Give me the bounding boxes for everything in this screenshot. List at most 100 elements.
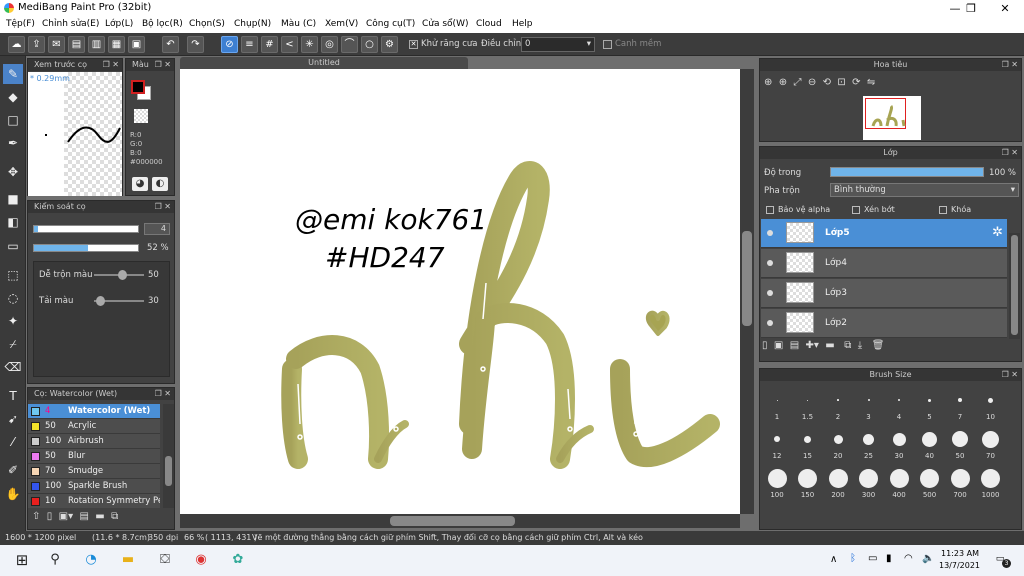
curve-snap-icon[interactable]: ⌒ (341, 36, 358, 53)
canvas[interactable]: @emi kok761 #HD247 (180, 69, 740, 514)
rotate-left-icon[interactable]: ⟲ (823, 77, 831, 88)
brush-folder-icon[interactable]: ▬ (95, 511, 104, 522)
menu-capture[interactable]: Chụp(N) (234, 19, 271, 29)
brush-size-option[interactable]: 12 (763, 426, 791, 460)
hand-tool-icon[interactable]: ✋ (3, 484, 23, 504)
divide-tool-icon[interactable]: ⁄ (3, 432, 23, 452)
brush-size-option[interactable]: 15 (794, 426, 822, 460)
add-layer-menu-icon[interactable]: ✚▾ (806, 340, 819, 351)
protect-alpha-checkbox[interactable] (766, 206, 774, 214)
color-swap-icon[interactable]: ◐ (152, 177, 168, 191)
brush-size-option[interactable]: 200 (824, 465, 852, 499)
eraser-tool-icon[interactable]: ◆ (3, 87, 23, 107)
brush-size-option[interactable]: 10 (977, 387, 1005, 421)
brush-item[interactable]: 100 Sparkle Brush (28, 479, 160, 494)
brush-item[interactable]: 50 Acrylic (28, 419, 160, 434)
blend-mode-select[interactable]: Bình thường ▾ (830, 183, 1019, 197)
settings-gear-icon[interactable]: ⚙ (381, 36, 398, 53)
menu-tools[interactable]: Công cụ(T) (366, 19, 415, 29)
layer-row[interactable]: Lớp5 ✲ (761, 219, 1007, 248)
visibility-icon[interactable] (767, 260, 773, 266)
brush-size-option[interactable]: 1.5 (794, 387, 822, 421)
eyedropper-tool-icon[interactable]: ✐ (3, 460, 23, 480)
edge-icon[interactable]: ◔ (80, 549, 102, 571)
menu-layer[interactable]: Lớp(L) (105, 19, 133, 29)
layer-row[interactable]: Lớp4 (761, 249, 1007, 278)
menu-color[interactable]: Màu (C) (281, 19, 316, 29)
new-color-layer-icon[interactable]: ▣ (774, 340, 783, 351)
new-layer-icon[interactable]: ▯ (762, 340, 768, 351)
menu-help[interactable]: Help (512, 19, 533, 29)
canvas-vscroll[interactable] (740, 69, 754, 514)
brush-list-scrollbar[interactable] (163, 404, 174, 508)
rotate-right-icon[interactable]: ⟳ (852, 77, 860, 88)
layer-settings-gear-icon[interactable]: ✲ (992, 225, 1003, 240)
cross-snap-icon[interactable]: # (261, 36, 278, 53)
operation-tool-icon[interactable]: ➹ (3, 409, 23, 429)
menu-edit[interactable]: Chỉnh sửa(E) (42, 19, 99, 29)
brush-opacity-slider[interactable] (33, 244, 139, 252)
brush-item[interactable]: 4 Watercolor (Wet) (28, 404, 160, 419)
transparent-swatch[interactable] (134, 109, 148, 123)
wifi-icon[interactable]: ◠ (904, 553, 913, 564)
menu-view[interactable]: Xem(V) (325, 19, 358, 29)
brush-size-option[interactable]: 2 (824, 387, 852, 421)
new-halftone-layer-icon[interactable]: ▤ (790, 340, 799, 351)
brush-item[interactable]: 10 Rotation Symmetry Pe (28, 494, 160, 508)
actual-size-icon[interactable]: ⊡ (837, 77, 845, 88)
fill-shape-tool-icon[interactable]: ■ (3, 189, 23, 209)
brush-item[interactable]: 100 Airbrush (28, 434, 160, 449)
undo-icon[interactable]: ↶ (162, 36, 179, 53)
share-icon[interactable]: ⇪ (28, 36, 45, 53)
soft-edge-checkbox[interactable] (603, 40, 612, 49)
layer-row[interactable]: Lớp2 (761, 309, 1007, 338)
search-icon[interactable]: ⚲ (44, 549, 66, 571)
brush-size-option[interactable]: 150 (794, 465, 822, 499)
menu-filter[interactable]: Bộ lọc(R) (142, 19, 183, 29)
no-snap-icon[interactable]: ⊘ (221, 36, 238, 53)
merge-layer-icon[interactable]: ⤓ (858, 340, 862, 351)
brush-size-option[interactable]: 100 (763, 465, 791, 499)
close-button[interactable]: ✕ (988, 0, 1022, 17)
duplicate-layer-icon[interactable]: ⧉ (844, 340, 851, 351)
foreground-color-swatch[interactable] (131, 80, 145, 94)
comment-icon[interactable]: ✉ (48, 36, 65, 53)
brush-size-option[interactable]: 7 (946, 387, 974, 421)
rect-tool-icon[interactable]: □ (3, 110, 23, 130)
menu-file[interactable]: Tệp(F) (6, 19, 35, 29)
brush-size-option[interactable]: 1 (763, 387, 791, 421)
redo-icon[interactable]: ↷ (187, 36, 204, 53)
clipping-checkbox[interactable] (852, 206, 860, 214)
visibility-icon[interactable] (767, 230, 773, 236)
adjust-combo[interactable]: 0 ▾ (521, 37, 595, 52)
canvas-tab[interactable]: Untitled (180, 57, 468, 69)
tray-chevron-icon[interactable]: ∧ (830, 554, 837, 565)
lock-checkbox[interactable] (939, 206, 947, 214)
delete-layer-icon[interactable]: 🗑 (872, 340, 885, 351)
cloud-icon[interactable]: ☁ (8, 36, 25, 53)
windows-start-icon[interactable]: ⊞ (11, 549, 33, 571)
brush-item[interactable]: 70 Smudge (28, 464, 160, 479)
visibility-icon[interactable] (767, 320, 773, 326)
panel-icon[interactable]: ▣ (128, 36, 145, 53)
brush-add-cloud-icon[interactable]: ⇧ (32, 511, 40, 522)
brush-size-option[interactable]: 3 (855, 387, 883, 421)
lasso-tool-icon[interactable]: ◌ (3, 288, 23, 308)
brush-size-option[interactable]: 50 (946, 426, 974, 460)
page-icon[interactable]: ▥ (88, 36, 105, 53)
blend-slider[interactable] (94, 270, 144, 280)
gradient-tool-icon[interactable]: ▭ (3, 236, 23, 256)
select-tool-icon[interactable]: ⬚ (3, 265, 23, 285)
chrome-icon[interactable]: ◉ (190, 549, 212, 571)
visibility-icon[interactable] (767, 290, 773, 296)
file-explorer-icon[interactable]: ▬ (117, 549, 139, 571)
menu-cloud[interactable]: Cloud (476, 19, 502, 29)
volume-icon[interactable]: 🔈 (922, 553, 934, 564)
select-pen-tool-icon[interactable]: ⌿ (3, 334, 23, 354)
fit-window-icon[interactable]: ⤢ (794, 77, 802, 88)
clock-time[interactable]: 11:23 AM (941, 549, 979, 558)
brush-tool-icon[interactable]: ✎ (3, 64, 23, 84)
brush-copy-icon[interactable]: ▤ (79, 511, 88, 522)
medibang-icon[interactable]: ✿ (227, 549, 249, 571)
brush-size-option[interactable]: 25 (855, 426, 883, 460)
